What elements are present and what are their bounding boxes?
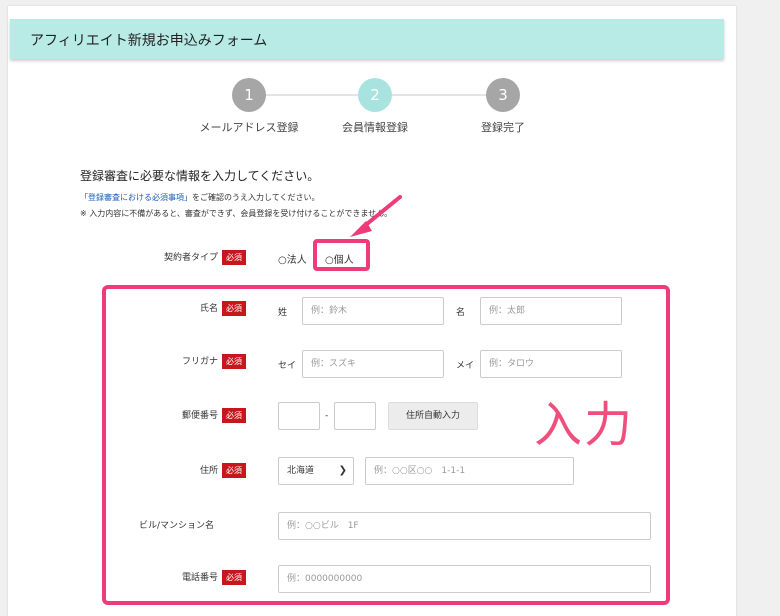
postal-code-second-input[interactable] bbox=[334, 402, 376, 430]
required-badge: 必須 bbox=[222, 250, 246, 265]
input-annotation-text: 入力 bbox=[534, 397, 635, 453]
prefecture-value: 北海道 bbox=[287, 466, 315, 476]
last-kana-input[interactable]: 例：スズキ bbox=[302, 350, 444, 378]
chevron-down-icon: ❯ bbox=[338, 465, 347, 476]
last-name-label: 姓 bbox=[278, 308, 288, 318]
address-label-text: 住所 bbox=[199, 466, 218, 476]
prefecture-select[interactable]: 北海道 ❯ bbox=[278, 457, 354, 485]
postal-code-first-input[interactable] bbox=[278, 402, 320, 430]
postal-separator: - bbox=[325, 411, 329, 421]
name-label-text: 氏名 bbox=[199, 304, 218, 314]
step-2-label: 会員情報登録 bbox=[342, 121, 408, 134]
phone-input[interactable]: 例：0000000000 bbox=[278, 565, 651, 593]
requirements-note: 「登録審査における必須事項」をご確認のうえ入力してください。 bbox=[80, 192, 320, 203]
building-label: ビル/マンション名 bbox=[139, 521, 215, 531]
required-badge: 必須 bbox=[222, 408, 246, 423]
step-3-label: 登録完了 bbox=[481, 121, 525, 134]
intro-text: 登録審査に必要な情報を入力してください。 bbox=[80, 169, 320, 183]
first-kana-label: メイ bbox=[456, 361, 475, 371]
radio-corporation[interactable]: ○法人 bbox=[278, 251, 307, 266]
step-3-circle: 3 bbox=[486, 78, 520, 112]
address-autofill-button[interactable]: 住所自動入力 bbox=[388, 402, 478, 430]
postal-label-text: 郵便番号 bbox=[181, 411, 218, 421]
last-name-input[interactable]: 例：鈴木 bbox=[302, 297, 444, 325]
required-badge: 必須 bbox=[222, 354, 246, 369]
form-title: アフィリエイト新規お申込みフォーム bbox=[30, 33, 268, 49]
required-badge: 必須 bbox=[222, 570, 246, 585]
phone-label-text: 電話番号 bbox=[181, 573, 218, 583]
individual-highlight-box bbox=[313, 239, 370, 271]
arrow-annotation-icon bbox=[350, 195, 402, 237]
contract-type-label: 契約者タイプ 必須 bbox=[140, 250, 246, 265]
first-kana-input[interactable]: 例：タロウ bbox=[480, 350, 622, 378]
step-1-label: メールアドレス登録 bbox=[199, 121, 299, 134]
first-name-input[interactable]: 例：太郎 bbox=[480, 297, 622, 325]
address-input[interactable]: 例：○○区○○ 1-1-1 bbox=[365, 457, 574, 485]
form-header: アフィリエイト新規お申込みフォーム bbox=[10, 19, 724, 59]
required-badge: 必須 bbox=[222, 301, 246, 316]
address-label: 住所 必須 bbox=[140, 463, 246, 478]
last-kana-label: セイ bbox=[278, 361, 297, 371]
step-1-circle: 1 bbox=[232, 78, 266, 112]
required-badge: 必須 bbox=[222, 463, 246, 478]
requirements-link[interactable]: 「登録審査における必須事項」 bbox=[80, 193, 192, 202]
contract-type-label-text: 契約者タイプ bbox=[163, 253, 218, 263]
postal-label: 郵便番号 必須 bbox=[140, 408, 246, 423]
step-2-circle: 2 bbox=[358, 78, 392, 112]
requirements-note-text: をご確認のうえ入力してください。 bbox=[192, 193, 320, 202]
first-name-label: 名 bbox=[456, 308, 466, 318]
furigana-label-text: フリガナ bbox=[181, 357, 218, 367]
phone-label: 電話番号 必須 bbox=[140, 570, 246, 585]
furigana-label: フリガナ 必須 bbox=[140, 354, 246, 369]
name-label: 氏名 必須 bbox=[140, 301, 246, 316]
building-input[interactable]: 例：○○ビル 1F bbox=[278, 512, 651, 540]
